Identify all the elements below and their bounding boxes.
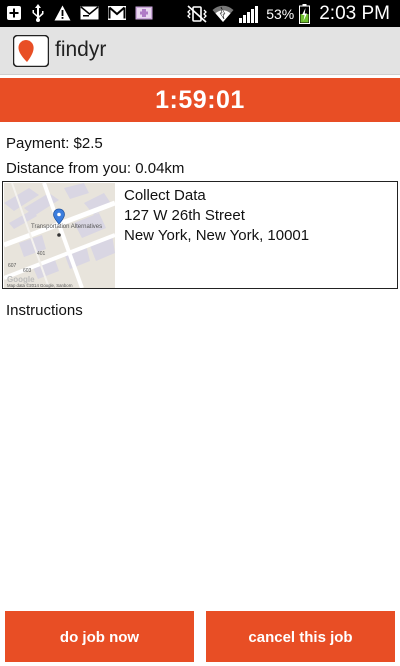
- map-thumbnail[interactable]: Transportation Alternatives 401 607 603 …: [4, 183, 115, 288]
- map-number-603: 603: [23, 268, 32, 274]
- map-place-label: Transportation Alternatives: [31, 224, 102, 230]
- payment-text: Payment: $2.5: [6, 135, 103, 152]
- app-bar: findyr: [0, 27, 400, 75]
- cancel-job-button[interactable]: cancel this job: [206, 611, 395, 662]
- image-icon: [135, 6, 153, 20]
- distance-text: Distance from you: 0.04km: [6, 160, 185, 177]
- map-attribution: Map data ©2014 Google, Sanborn: [7, 283, 73, 288]
- add-icon: [6, 5, 22, 21]
- status-notifications: [6, 4, 153, 22]
- signal-icon: [239, 5, 259, 23]
- screen: 53% 2:03 PM findyr 1:59:01 Payment: $2.5…: [0, 0, 400, 666]
- wifi-icon: [212, 5, 234, 23]
- job-street: 127 W 26th Street: [124, 207, 245, 224]
- job-info: Collect Data 127 W 26th Street New York,…: [124, 186, 309, 246]
- mail-icon: [80, 6, 99, 20]
- usb-icon: [31, 4, 45, 22]
- findyr-logo-icon: [12, 34, 50, 68]
- job-city: New York, New York, 10001: [124, 227, 310, 244]
- job-task: Collect Data: [124, 187, 206, 204]
- mute-vibrate-icon: [187, 5, 208, 23]
- warning-icon: [54, 5, 71, 21]
- job-card[interactable]: Transportation Alternatives 401 607 603 …: [2, 181, 398, 289]
- battery-percentage: 53%: [266, 6, 295, 22]
- app-title: findyr: [55, 38, 107, 61]
- do-job-now-button[interactable]: do job now: [5, 611, 194, 662]
- map-number-401: 401: [37, 251, 46, 257]
- countdown-timer: 1:59:01: [0, 78, 400, 122]
- battery-charging-icon: [299, 4, 311, 24]
- status-system: 53% 2:03 PM: [187, 2, 390, 26]
- clock: 2:03 PM: [319, 3, 390, 24]
- gmail-icon: [108, 6, 126, 20]
- map-number-607: 607: [8, 263, 17, 269]
- instructions-label: Instructions: [6, 302, 83, 319]
- status-bar: 53% 2:03 PM: [0, 0, 400, 27]
